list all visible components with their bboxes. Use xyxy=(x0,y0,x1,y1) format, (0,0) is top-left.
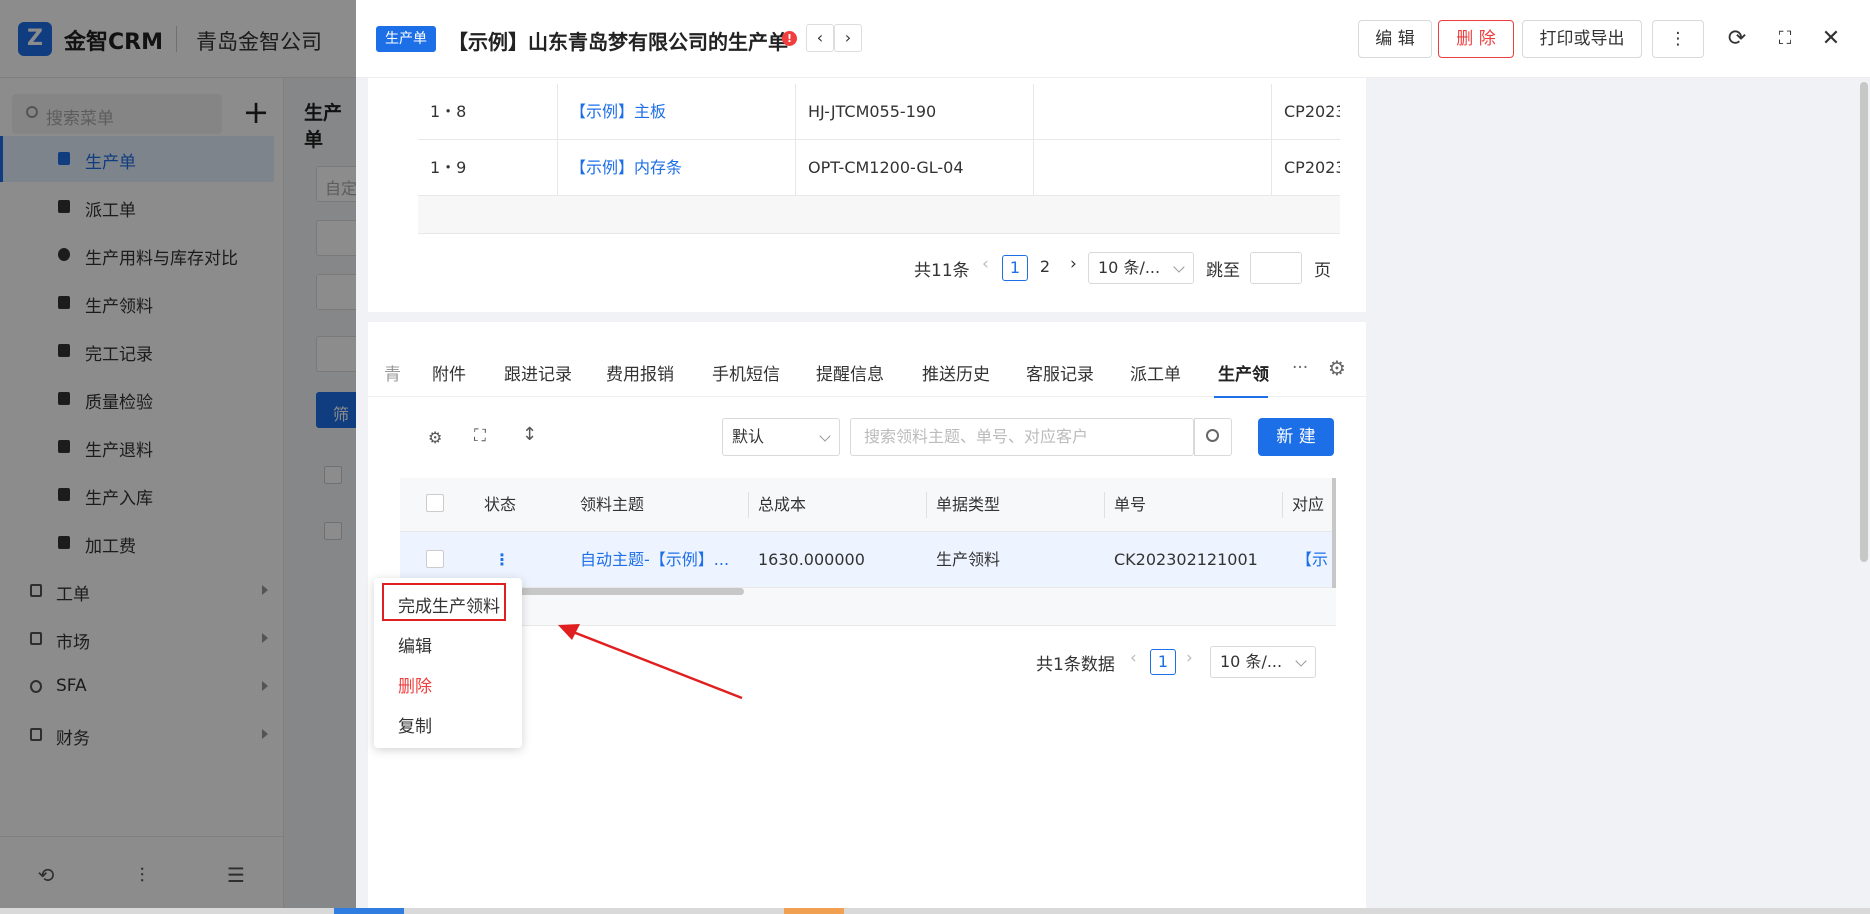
page-scrollbar-h[interactable] xyxy=(0,908,1870,914)
modal-mask[interactable] xyxy=(0,0,356,914)
scrollbar-marker xyxy=(784,908,844,914)
arrow-shaft xyxy=(567,628,743,700)
annotation-arrow xyxy=(558,624,743,700)
detail-drawer: 生产单 【示例】山东青岛梦有限公司的生产单 ! ‹ › 编 辑 删 除 打印或导… xyxy=(356,0,1870,914)
left-app: Z 金智CRM 青岛金智公司 搜索菜单 + 生产单 派工单 生产用料与库存对比 … xyxy=(0,0,376,914)
page-scrollbar-v[interactable] xyxy=(1860,82,1868,562)
arrow-head xyxy=(558,624,580,640)
scrollbar-thumb[interactable] xyxy=(334,908,404,914)
